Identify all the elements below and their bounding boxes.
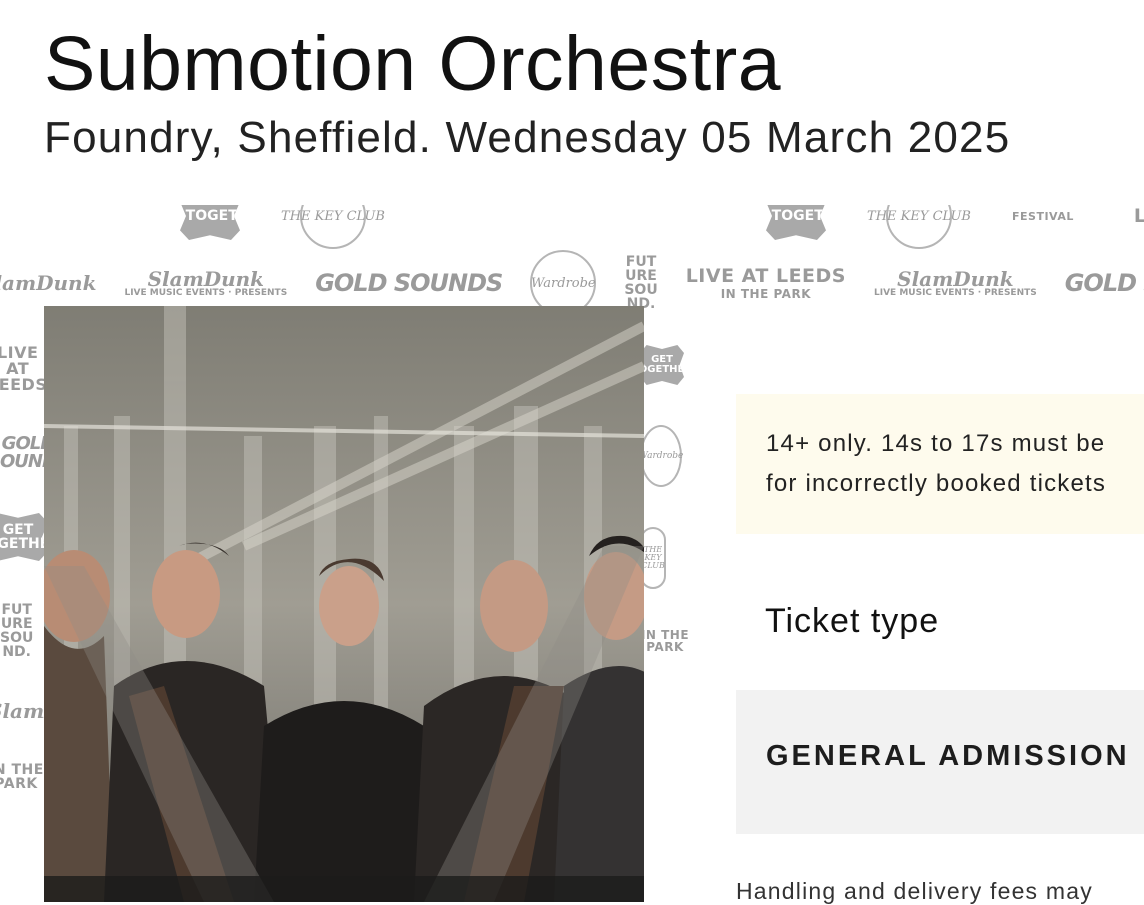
slam-dunk-logo: SlamDunk LIVE MUSIC EVENTS · PRESENTS [124,266,288,298]
wardrobe-logo: Wardrobe [640,425,683,487]
get-together-logo: GET TOGETHER [180,205,240,240]
ticket-type-name: GENERAL ADMISSION [766,740,1130,772]
get-together-logo: GET TOGETHER [640,345,684,385]
gold-sounds-logo: GOLD SOUNDS [1064,269,1144,297]
logo-column-right: GET TOGETHER Wardrobe THE KEY CLUB IN TH… [640,345,690,653]
key-club-logo: THE KEY CLUB [867,205,971,249]
ticket-type-heading: Ticket type [765,602,940,640]
event-header: Submotion Orchestra Foundry, Sheffield. … [44,22,1010,164]
live-at-leeds-logo: IN THE PARK [640,628,690,653]
slam-dunk-logo: SlamDunk [0,271,97,295]
live-at-leeds-logo: LIVE AT LEEDS IN THE PARK [685,264,846,301]
gold-sounds-logo: GOLD SOUNDS [315,269,503,297]
logo-row: GET TOGETHER THE KEY CLUB GET TOGETHER T… [180,205,1144,249]
live-at-leeds-logo: LIVE AT LEEDS [1133,205,1144,227]
key-club-logo: THE KEY CLUB [281,205,385,249]
live-at-leeds-logo: IN THE PARK [0,762,44,792]
band-photo-illustration [44,306,644,902]
age-restriction-notice: 14+ only. 14s to 17s must be for incorre… [736,394,1144,534]
festival-logo: FESTIVAL [1012,209,1074,223]
event-venue-date: Foundry, Sheffield. Wednesday 05 March 2… [44,113,1011,162]
fees-note: Handling and delivery fees may [736,878,1093,904]
future-sound-logo: FUT URE SOU ND. [0,602,34,660]
notice-line: for incorrectly booked tickets [766,470,1107,497]
get-together-logo: GET TOGETHER [0,513,48,561]
artist-photo [44,306,644,902]
live-at-leeds-logo: LIVE AT LEEDS [0,343,48,394]
future-sound-logo: FUT URE SOU ND. [624,254,658,312]
logo-column-left: LIVE AT LEEDS GOLD SOUNDS GET TOGETHER F… [0,343,104,792]
slam-dunk-logo: SlamDunk LIVE MUSIC EVENTS · PRESENTS [874,266,1037,298]
notice-line: 14+ only. 14s to 17s must be [766,430,1106,457]
event-title: Submotion Orchestra [44,21,782,107]
get-together-logo: GET TOGETHER [766,205,826,240]
ticket-option-general-admission[interactable]: GENERAL ADMISSION [736,690,1144,834]
